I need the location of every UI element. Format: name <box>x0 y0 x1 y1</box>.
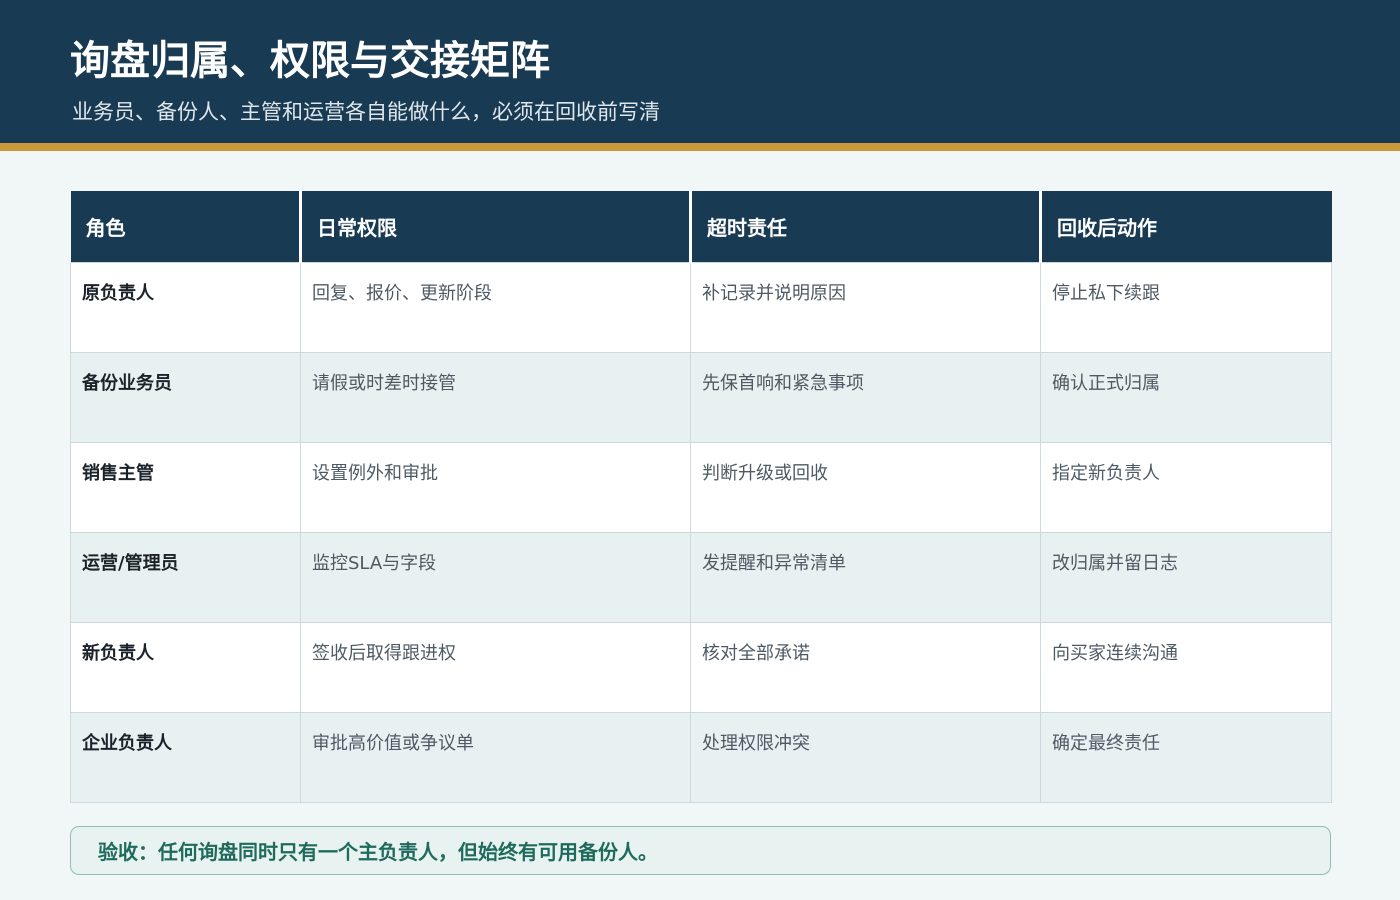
role-cell: 备份业务员 <box>70 351 301 443</box>
timeout-responsibility-cell: 判断升级或回收 <box>690 441 1041 533</box>
table-header-row: 角色 日常权限 超时责任 回收后动作 <box>70 191 1332 262</box>
acceptance-text: 验收：任何询盘同时只有一个主负责人，但始终有可用备份人。 <box>98 840 658 864</box>
table-row: 原负责人 回复、报价、更新阶段 补记录并说明原因 停止私下续跟 <box>70 261 1332 353</box>
page-header: 询盘归属、权限与交接矩阵 业务员、备份人、主管和运营各自能做什么，必须在回收前写… <box>0 0 1400 143</box>
daily-permission-cell: 设置例外和审批 <box>300 441 691 533</box>
column-header-timeout-responsibility: 超时责任 <box>689 191 1041 262</box>
acceptance-notice: 验收：任何询盘同时只有一个主负责人，但始终有可用备份人。 <box>70 826 1331 875</box>
column-header-daily-permission: 日常权限 <box>299 191 691 262</box>
header-accent-stripe <box>0 143 1400 151</box>
post-reclaim-action-cell: 确定最终责任 <box>1040 711 1332 803</box>
daily-permission-cell: 审批高价值或争议单 <box>300 711 691 803</box>
daily-permission-cell: 签收后取得跟进权 <box>300 621 691 713</box>
column-header-post-reclaim-action: 回收后动作 <box>1039 191 1332 262</box>
daily-permission-cell: 请假或时差时接管 <box>300 351 691 443</box>
daily-permission-cell: 回复、报价、更新阶段 <box>300 261 691 353</box>
table-row: 销售主管 设置例外和审批 判断升级或回收 指定新负责人 <box>70 441 1332 533</box>
role-cell: 新负责人 <box>70 621 301 713</box>
timeout-responsibility-cell: 发提醒和异常清单 <box>690 531 1041 623</box>
table-row: 运营/管理员 监控SLA与字段 发提醒和异常清单 改归属并留日志 <box>70 531 1332 623</box>
timeout-responsibility-cell: 先保首响和紧急事项 <box>690 351 1041 443</box>
table-row: 新负责人 签收后取得跟进权 核对全部承诺 向买家连续沟通 <box>70 621 1332 713</box>
post-reclaim-action-cell: 停止私下续跟 <box>1040 261 1332 353</box>
page-title: 询盘归属、权限与交接矩阵 <box>70 38 550 84</box>
permission-matrix-table: 角色 日常权限 超时责任 回收后动作 原负责人 回复、报价、更新阶段 补记录并说… <box>70 191 1332 803</box>
post-reclaim-action-cell: 向买家连续沟通 <box>1040 621 1332 713</box>
post-reclaim-action-cell: 指定新负责人 <box>1040 441 1332 533</box>
column-header-role: 角色 <box>70 191 301 262</box>
timeout-responsibility-cell: 处理权限冲突 <box>690 711 1041 803</box>
post-reclaim-action-cell: 改归属并留日志 <box>1040 531 1332 623</box>
page-subtitle: 业务员、备份人、主管和运营各自能做什么，必须在回收前写清 <box>72 100 660 124</box>
table-row: 企业负责人 审批高价值或争议单 处理权限冲突 确定最终责任 <box>70 711 1332 803</box>
role-cell: 销售主管 <box>70 441 301 533</box>
post-reclaim-action-cell: 确认正式归属 <box>1040 351 1332 443</box>
role-cell: 企业负责人 <box>70 711 301 803</box>
table-row: 备份业务员 请假或时差时接管 先保首响和紧急事项 确认正式归属 <box>70 351 1332 443</box>
timeout-responsibility-cell: 补记录并说明原因 <box>690 261 1041 353</box>
timeout-responsibility-cell: 核对全部承诺 <box>690 621 1041 713</box>
role-cell: 原负责人 <box>70 261 301 353</box>
daily-permission-cell: 监控SLA与字段 <box>300 531 691 623</box>
role-cell: 运营/管理员 <box>70 531 301 623</box>
